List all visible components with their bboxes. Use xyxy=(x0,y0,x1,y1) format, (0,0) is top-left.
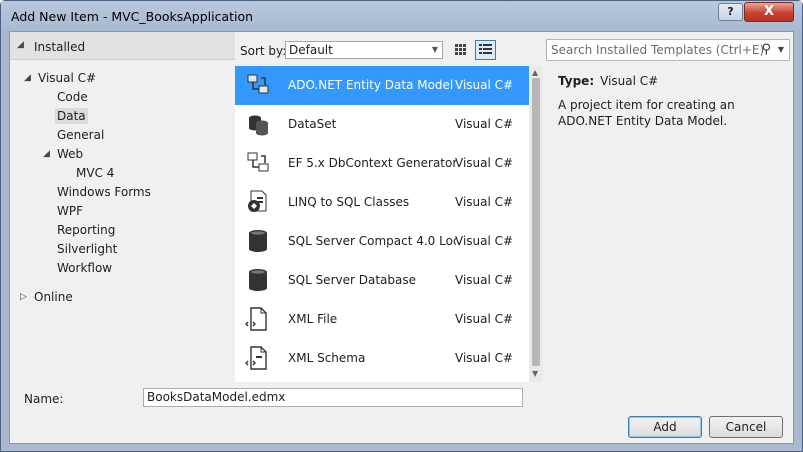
tree-item-web[interactable]: Web xyxy=(57,146,83,162)
tree-item-code[interactable]: Code xyxy=(57,89,88,105)
help-button[interactable]: ? xyxy=(718,3,743,21)
expand-triangle-icon[interactable]: ▷ xyxy=(20,289,27,305)
template-name: LINQ to SQL Classes xyxy=(288,195,410,209)
template-name: XML Schema xyxy=(288,351,366,365)
templates-list: ADO.NET Entity Data Model Visual C# Data… xyxy=(235,66,543,382)
linq-to-sql-icon xyxy=(248,190,267,212)
entity-model-icon xyxy=(247,74,269,94)
database-icon xyxy=(249,269,267,291)
template-item-sql-server-compact[interactable]: SQL Server Compact 4.0 Local... Visual C… xyxy=(235,222,529,261)
tree-item-wpf[interactable]: WPF xyxy=(57,203,83,219)
tree-item-silverlight[interactable]: Silverlight xyxy=(57,241,117,257)
xml-file-icon xyxy=(245,307,267,331)
tree-item-visual-csharp[interactable]: Visual C# xyxy=(38,70,96,86)
dataset-icon xyxy=(249,115,268,136)
search-placeholder: Search Installed Templates (Ctrl+E) xyxy=(551,43,765,57)
tree-item-general[interactable]: General xyxy=(57,127,104,143)
template-details-panel: Type: Visual C# A project item for creati… xyxy=(558,74,788,129)
tree-item-mvc4[interactable]: MVC 4 xyxy=(76,165,114,181)
template-language: Visual C# xyxy=(455,351,514,365)
tree-item-workflow[interactable]: Workflow xyxy=(57,260,112,276)
sort-by-value: Default xyxy=(289,43,333,57)
scroll-up-arrow-icon[interactable]: ▲ xyxy=(532,68,538,77)
template-language: Visual C# xyxy=(455,234,514,248)
list-view-button[interactable] xyxy=(475,40,496,60)
template-name: SQL Server Database xyxy=(288,273,416,287)
sort-by-dropdown[interactable]: Default ▼ xyxy=(285,41,443,59)
type-line: Type: Visual C# xyxy=(558,74,788,88)
dropdown-arrow-icon: ▼ xyxy=(431,45,438,54)
template-item-xml-schema[interactable]: XML Schema Visual C# xyxy=(235,339,529,378)
template-language: Visual C# xyxy=(455,195,514,209)
template-language: Visual C# xyxy=(455,156,514,170)
database-icon xyxy=(249,230,267,252)
templates-scrollbar[interactable]: ▲ ▼ xyxy=(529,66,543,382)
template-item-ef-dbcontext-generator[interactable]: EF 5.x DbContext Generator Visual C# xyxy=(235,144,529,183)
template-item-linq-to-sql-classes[interactable]: LINQ to SQL Classes Visual C# xyxy=(235,183,529,222)
template-name: SQL Server Compact 4.0 Local... xyxy=(288,234,456,248)
tree-item-reporting[interactable]: Reporting xyxy=(57,222,115,238)
template-language: Visual C# xyxy=(455,273,514,287)
category-tree: ◢ Visual C# Code Data General ◢ Web MVC … xyxy=(10,60,235,380)
expand-triangle-icon[interactable]: ◢ xyxy=(43,146,50,162)
template-item-sql-server-database[interactable]: SQL Server Database Visual C# xyxy=(235,261,529,300)
list-view-icon xyxy=(479,44,492,54)
type-value: Visual C# xyxy=(600,74,659,88)
template-item-dataset[interactable]: DataSet Visual C# xyxy=(235,105,529,144)
template-name: ADO.NET Entity Data Model xyxy=(288,78,454,92)
tree-item-windows-forms[interactable]: Windows Forms xyxy=(57,184,151,200)
template-language: Visual C# xyxy=(455,312,514,326)
grid-view-icon xyxy=(455,44,466,55)
add-new-item-dialog: Add New Item - MVC_BooksApplication ? X … xyxy=(0,0,803,452)
small-icons-view-button[interactable] xyxy=(450,40,471,60)
template-language: Visual C# xyxy=(455,78,514,92)
search-templates-input[interactable]: Search Installed Templates (Ctrl+E) ⚲ ▼ xyxy=(546,39,790,61)
installed-label: Installed xyxy=(34,40,86,54)
template-name: DataSet xyxy=(288,117,337,131)
expand-triangle-icon[interactable]: ◢ xyxy=(24,70,31,86)
dbcontext-generator-icon xyxy=(247,152,269,172)
xml-schema-icon xyxy=(245,346,267,370)
title-bar: Add New Item - MVC_BooksApplication ? X xyxy=(1,1,802,31)
template-description: A project item for creating an ADO.NET E… xyxy=(558,98,735,128)
template-name: EF 5.x DbContext Generator xyxy=(288,156,456,170)
close-button[interactable]: X xyxy=(744,2,794,22)
search-icon[interactable]: ⚲ xyxy=(761,40,771,60)
cancel-button[interactable]: Cancel xyxy=(709,416,783,438)
name-field[interactable]: BooksDataModel.edmx xyxy=(143,388,523,407)
scrollbar-thumb[interactable] xyxy=(532,78,540,366)
name-label: Name: xyxy=(24,392,64,406)
template-item-xml-file[interactable]: XML File Visual C# xyxy=(235,300,529,339)
search-options-arrow-icon[interactable]: ▼ xyxy=(778,40,784,60)
window-title: Add New Item - MVC_BooksApplication xyxy=(11,9,254,24)
scroll-down-arrow-icon[interactable]: ▼ xyxy=(532,369,538,378)
type-label: Type: xyxy=(558,74,595,88)
tree-item-data[interactable]: Data xyxy=(55,108,88,124)
tree-item-online[interactable]: Online xyxy=(34,289,73,305)
installed-header[interactable]: ◢ Installed xyxy=(10,32,235,60)
template-item-ado-net-entity-data-model[interactable]: ADO.NET Entity Data Model Visual C# xyxy=(235,66,529,105)
add-button[interactable]: Add xyxy=(628,416,702,438)
sort-by-label: Sort by: xyxy=(240,44,287,58)
dialog-body: ◢ Installed ◢ Visual C# Code Data Genera… xyxy=(9,31,794,444)
template-language: Visual C# xyxy=(455,117,514,131)
template-name: XML File xyxy=(288,312,338,326)
collapse-triangle-icon: ◢ xyxy=(17,40,24,50)
